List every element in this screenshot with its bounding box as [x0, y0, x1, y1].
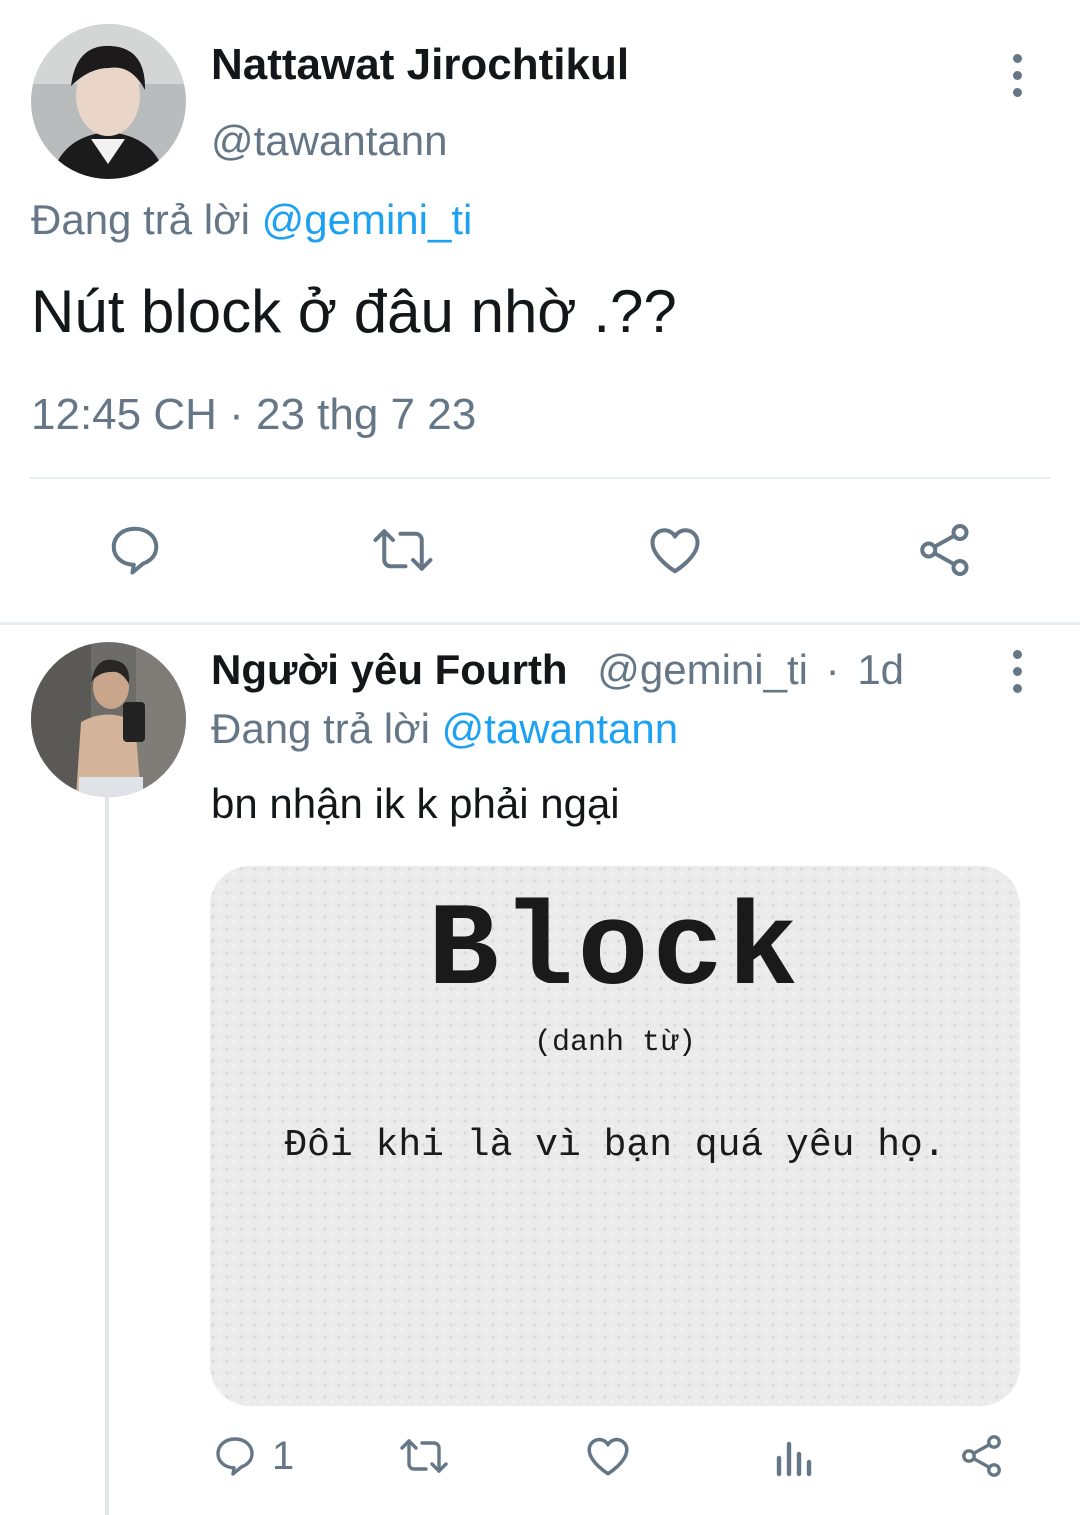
- reply-prefix: Đang trả lời: [211, 705, 430, 752]
- reply-to-link[interactable]: @tawantann: [442, 705, 678, 752]
- tweet-timestamp[interactable]: 12:45 CH · 23 thg 7 23: [31, 390, 476, 440]
- author-handle[interactable]: @tawantann: [211, 117, 447, 165]
- reply-author-handle[interactable]: @gemini_ti: [597, 646, 808, 693]
- analytics-icon[interactable]: [770, 1428, 820, 1484]
- share-icon[interactable]: [955, 1428, 1009, 1484]
- reply-icon[interactable]: [210, 1428, 260, 1484]
- retweet-icon[interactable]: [396, 1428, 452, 1484]
- divider: [30, 477, 1050, 479]
- reply-context: Đang trả lời @gemini_ti: [31, 196, 472, 244]
- reply-header: Người yêu Fourth @gemini_ti · 1d: [211, 646, 904, 694]
- like-icon[interactable]: [640, 518, 710, 582]
- card-title: Block: [427, 886, 803, 1019]
- reply-more-options-icon[interactable]: [997, 641, 1037, 701]
- header-separator: ·: [825, 646, 840, 693]
- tweet-text: Nút block ở đâu nhờ .??: [31, 278, 677, 345]
- thread-line: [105, 797, 109, 1515]
- reply-context: Đang trả lời @tawantann: [211, 705, 678, 753]
- reply-to-link[interactable]: @gemini_ti: [262, 196, 473, 243]
- retweet-icon[interactable]: [368, 518, 438, 582]
- reply-count: 1: [272, 1434, 295, 1478]
- media-image[interactable]: Block (danh từ) Đôi khi là vì bạn quá yê…: [210, 866, 1020, 1406]
- section-divider: [0, 622, 1080, 625]
- reply-text: bn nhận ik k phải ngại: [211, 780, 620, 827]
- reply-icon[interactable]: [100, 518, 170, 582]
- reply-author-name[interactable]: Người yêu Fourth: [211, 646, 568, 693]
- share-icon[interactable]: [910, 518, 980, 582]
- author-name[interactable]: Nattawat Jirochtikul: [211, 40, 629, 90]
- card-subtitle: (danh từ): [533, 1026, 697, 1060]
- reply-age[interactable]: 1d: [857, 646, 904, 693]
- like-icon[interactable]: [581, 1428, 635, 1484]
- reply-prefix: Đang trả lời: [31, 196, 250, 243]
- reply-author-avatar[interactable]: [31, 642, 186, 797]
- more-options-icon[interactable]: [997, 45, 1037, 105]
- author-avatar[interactable]: [31, 24, 186, 179]
- card-definition: Đôi khi là vì bạn quá yêu họ.: [284, 1124, 946, 1167]
